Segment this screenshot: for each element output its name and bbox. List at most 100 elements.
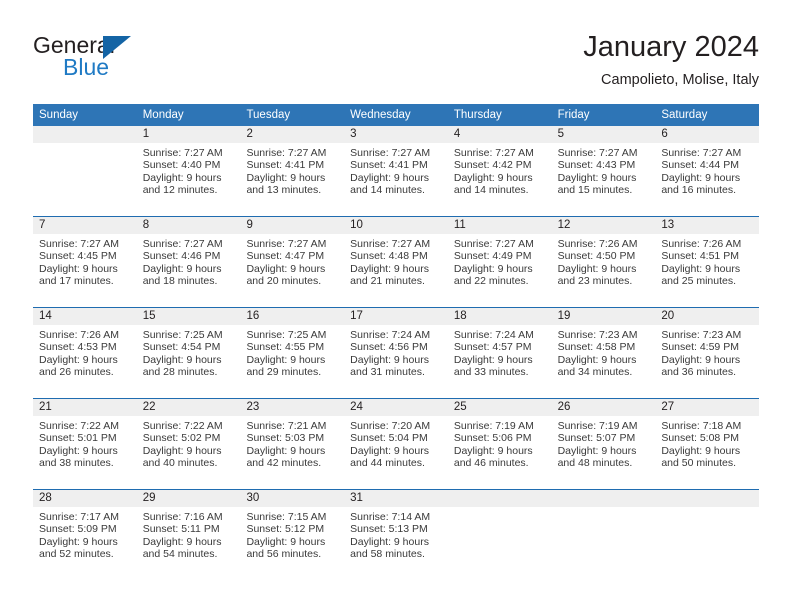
day-cell-30[interactable]: 30 Sunrise: 7:15 AM Sunset: 5:12 PM Dayligh…	[240, 490, 345, 580]
daylight-text-line2: and 44 minutes.	[350, 457, 425, 470]
sunrise-text: Sunrise: 7:17 AM	[39, 511, 119, 523]
day-cell-8[interactable]: 8 Sunrise: 7:27 AM Sunset: 4:46 PM Daylight…	[136, 217, 241, 307]
sunset-text: Sunset: 4:51 PM	[661, 250, 739, 263]
daylight-text-line2: and 18 minutes.	[142, 275, 218, 288]
day-number: 3	[344, 126, 448, 143]
sunset-text: Sunset: 5:01 PM	[39, 432, 117, 445]
day-cell-27[interactable]: 27 Sunrise: 7:18 AM Sunset: 5:08 PM Dayligh…	[655, 399, 760, 489]
daylight-text-line2: and 26 minutes.	[39, 366, 114, 379]
weekday-header-monday: Monday	[142, 109, 184, 121]
day-cell-5[interactable]: 5 Sunrise: 7:27 AM Sunset: 4:43 PM Daylight…	[551, 126, 656, 216]
sunrise-text: Sunrise: 7:21 AM	[246, 420, 327, 432]
day-cell-28[interactable]: 28 Sunrise: 7:17 AM Sunset: 5:09 PM Dayligh…	[33, 490, 137, 580]
day-cell-22[interactable]: 22 Sunrise: 7:22 AM Sunset: 5:02 PM Dayligh…	[136, 399, 241, 489]
daylight-text-line1: Daylight: 9 hours	[142, 171, 222, 184]
sunrise-text: Sunrise: 7:23 AM	[661, 329, 742, 341]
page-title: January 2024	[583, 31, 759, 63]
sunrise-text: Sunrise: 7:27 AM	[142, 147, 223, 159]
sunset-text: Sunset: 4:59 PM	[661, 341, 739, 354]
day-cell-13[interactable]: 13 Sunrise: 7:26 AM Sunset: 4:51 PM Dayligh…	[655, 217, 760, 307]
sunset-text: Sunset: 4:53 PM	[39, 341, 117, 354]
day-cell-4[interactable]: 4 Sunrise: 7:27 AM Sunset: 4:42 PM Daylight…	[447, 126, 552, 216]
day-cell-7[interactable]: 7 Sunrise: 7:27 AM Sunset: 4:45 PM Daylight…	[33, 217, 137, 307]
day-number	[551, 490, 656, 507]
day-number: 26	[551, 399, 656, 416]
sunset-text: Sunset: 4:45 PM	[39, 250, 117, 263]
sunset-text: Sunset: 4:43 PM	[557, 159, 636, 172]
day-cell-3[interactable]: 3 Sunrise: 7:27 AM Sunset: 4:41 PM Daylight…	[344, 126, 448, 216]
day-details: Sunrise: 7:27 AM Sunset: 4:45 PM Daylight:…	[33, 234, 137, 288]
sunset-text: Sunset: 5:12 PM	[246, 523, 325, 536]
daylight-text-line1: Daylight: 9 hours	[39, 444, 118, 457]
day-cell-26[interactable]: 26 Sunrise: 7:19 AM Sunset: 5:07 PM Dayligh…	[551, 399, 656, 489]
day-cell-19[interactable]: 19 Sunrise: 7:23 AM Sunset: 4:58 PM Dayligh…	[551, 308, 656, 398]
day-number: 25	[447, 399, 552, 416]
sunrise-text: Sunrise: 7:20 AM	[350, 420, 431, 432]
day-details: Sunrise: 7:21 AM Sunset: 5:03 PM Daylight:…	[240, 416, 344, 470]
sunrise-text: Sunrise: 7:27 AM	[39, 238, 119, 250]
daylight-text-line2: and 17 minutes.	[39, 275, 114, 288]
daylight-text-line2: and 38 minutes.	[39, 457, 114, 470]
day-cell-6[interactable]: 6 Sunrise: 7:27 AM Sunset: 4:44 PM Daylight…	[655, 126, 760, 216]
daylight-text-line2: and 14 minutes.	[453, 184, 529, 197]
day-cell-25[interactable]: 25 Sunrise: 7:19 AM Sunset: 5:06 PM Dayligh…	[447, 399, 552, 489]
day-cell-2[interactable]: 2 Sunrise: 7:27 AM Sunset: 4:41 PM Daylight…	[240, 126, 345, 216]
day-cell-23[interactable]: 23 Sunrise: 7:21 AM Sunset: 5:03 PM Dayligh…	[240, 399, 345, 489]
daylight-text-line1: Daylight: 9 hours	[453, 171, 533, 184]
day-cell-12[interactable]: 12 Sunrise: 7:26 AM Sunset: 4:50 PM Dayligh…	[551, 217, 656, 307]
day-number: 6	[655, 126, 760, 143]
day-cell-empty	[33, 126, 137, 216]
page-header: General Blue January 2024 Campolieto, Mo…	[33, 28, 759, 98]
day-cell-17[interactable]: 17 Sunrise: 7:24 AM Sunset: 4:56 PM Dayligh…	[344, 308, 448, 398]
sunset-text: Sunset: 5:13 PM	[350, 523, 428, 536]
day-number	[447, 490, 552, 507]
day-cell-18[interactable]: 18 Sunrise: 7:24 AM Sunset: 4:57 PM Dayligh…	[447, 308, 552, 398]
day-details: Sunrise: 7:25 AM Sunset: 4:55 PM Daylight:…	[240, 325, 344, 379]
sunrise-text: Sunrise: 7:25 AM	[142, 329, 223, 341]
sunset-text: Sunset: 5:09 PM	[39, 523, 117, 536]
sunset-text: Sunset: 5:07 PM	[557, 432, 636, 445]
day-cell-11[interactable]: 11 Sunrise: 7:27 AM Sunset: 4:49 PM Dayligh…	[447, 217, 552, 307]
day-cell-15[interactable]: 15 Sunrise: 7:25 AM Sunset: 4:54 PM Dayligh…	[136, 308, 241, 398]
sunrise-text: Sunrise: 7:27 AM	[453, 147, 534, 159]
day-cell-21[interactable]: 21 Sunrise: 7:22 AM Sunset: 5:01 PM Dayligh…	[33, 399, 137, 489]
day-cell-24[interactable]: 24 Sunrise: 7:20 AM Sunset: 5:04 PM Dayligh…	[344, 399, 448, 489]
calendar-week-row: 14 Sunrise: 7:26 AM Sunset: 4:53 PM Dayligh…	[33, 307, 760, 398]
day-details: Sunrise: 7:26 AM Sunset: 4:53 PM Daylight:…	[33, 325, 137, 379]
day-cell-14[interactable]: 14 Sunrise: 7:26 AM Sunset: 4:53 PM Dayligh…	[33, 308, 137, 398]
title-block: January 2024 Campolieto, Molise, Italy	[583, 28, 759, 91]
week-cells: 28 Sunrise: 7:17 AM Sunset: 5:09 PM Dayligh…	[33, 490, 760, 580]
day-details: Sunrise: 7:15 AM Sunset: 5:12 PM Daylight:…	[240, 507, 344, 561]
sunset-text: Sunset: 5:06 PM	[453, 432, 532, 445]
daylight-text-line2: and 48 minutes.	[557, 457, 633, 470]
daylight-text-line1: Daylight: 9 hours	[39, 535, 118, 548]
day-cell-31[interactable]: 31 Sunrise: 7:14 AM Sunset: 5:13 PM Dayligh…	[344, 490, 448, 580]
daylight-text-line2: and 21 minutes.	[350, 275, 425, 288]
daylight-text-line1: Daylight: 9 hours	[246, 171, 326, 184]
day-details: Sunrise: 7:27 AM Sunset: 4:40 PM Daylight:…	[137, 143, 241, 197]
daylight-text-line1: Daylight: 9 hours	[350, 444, 429, 457]
sunrise-text: Sunrise: 7:24 AM	[350, 329, 431, 341]
brand-logo[interactable]: General Blue	[33, 32, 233, 92]
calendar-week-row: 7 Sunrise: 7:27 AM Sunset: 4:45 PM Daylight…	[33, 216, 760, 307]
day-number: 30	[240, 490, 345, 507]
sunset-text: Sunset: 4:42 PM	[453, 159, 532, 172]
daylight-text-line2: and 20 minutes.	[246, 275, 322, 288]
day-details: Sunrise: 7:27 AM Sunset: 4:41 PM Daylight:…	[344, 143, 448, 197]
day-details: Sunrise: 7:27 AM Sunset: 4:43 PM Daylight:…	[552, 143, 656, 197]
day-cell-1[interactable]: 1 Sunrise: 7:27 AM Sunset: 4:40 PM Daylight…	[136, 126, 241, 216]
sunset-text: Sunset: 4:50 PM	[557, 250, 636, 263]
day-details: Sunrise: 7:18 AM Sunset: 5:08 PM Daylight:…	[655, 416, 759, 470]
day-cell-29[interactable]: 29 Sunrise: 7:16 AM Sunset: 5:11 PM Dayligh…	[136, 490, 241, 580]
sunrise-text: Sunrise: 7:27 AM	[350, 238, 431, 250]
day-cell-10[interactable]: 10 Sunrise: 7:27 AM Sunset: 4:48 PM Dayligh…	[344, 217, 448, 307]
day-number: 16	[240, 308, 345, 325]
day-cell-16[interactable]: 16 Sunrise: 7:25 AM Sunset: 4:55 PM Dayligh…	[240, 308, 345, 398]
day-number	[655, 490, 760, 507]
daylight-text-line2: and 12 minutes.	[142, 184, 218, 197]
day-details: Sunrise: 7:27 AM Sunset: 4:49 PM Daylight:…	[448, 234, 552, 288]
sunset-text: Sunset: 4:41 PM	[246, 159, 325, 172]
day-cell-20[interactable]: 20 Sunrise: 7:23 AM Sunset: 4:59 PM Dayligh…	[655, 308, 760, 398]
sunrise-text: Sunrise: 7:27 AM	[350, 147, 431, 159]
day-cell-9[interactable]: 9 Sunrise: 7:27 AM Sunset: 4:47 PM Daylight…	[240, 217, 345, 307]
